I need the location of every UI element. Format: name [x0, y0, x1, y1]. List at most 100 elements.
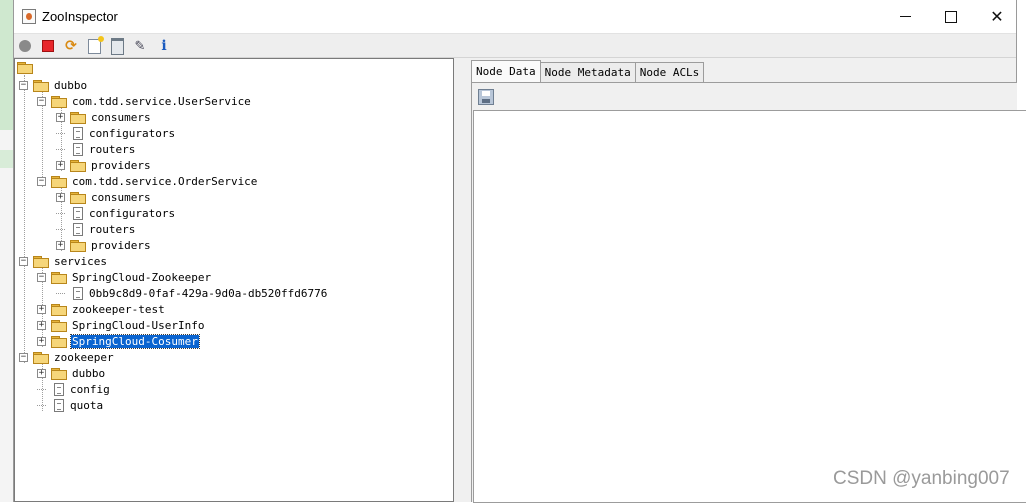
- tab-node-acls[interactable]: Node ACLs: [634, 62, 705, 82]
- node-label[interactable]: zookeeper: [53, 351, 115, 364]
- folder-icon: [70, 111, 86, 124]
- node-label[interactable]: services: [53, 255, 108, 268]
- window-title: ZooInspector: [42, 9, 118, 24]
- node-label[interactable]: providers: [90, 159, 152, 172]
- viewer-tabs: Node Data Node Metadata Node ACLs: [471, 60, 705, 82]
- node-label[interactable]: SpringCloud-Zookeeper: [71, 271, 212, 284]
- node-label-selected[interactable]: SpringCloud-Cosumer: [70, 333, 200, 349]
- tree-node-providers[interactable]: + providers: [56, 157, 152, 173]
- folder-icon: [33, 351, 49, 364]
- tree-node-routers[interactable]: routers: [56, 141, 136, 157]
- tree-root[interactable]: [17, 59, 37, 75]
- background-editor-left: [0, 0, 14, 502]
- toolbar: ⟳ ✎ i: [14, 33, 1016, 58]
- node-label[interactable]: consumers: [90, 111, 152, 124]
- tab-node-metadata[interactable]: Node Metadata: [539, 62, 636, 82]
- tree-node-instance-id[interactable]: 0bb9c8d9-0faf-429a-9d0a-db520ffd6776: [56, 285, 328, 301]
- node-label[interactable]: dubbo: [53, 79, 88, 92]
- file-icon: [73, 126, 83, 140]
- tree-node-routers[interactable]: routers: [56, 221, 136, 237]
- node-label[interactable]: com.tdd.service.OrderService: [71, 175, 258, 188]
- maximize-button[interactable]: [928, 0, 974, 33]
- close-button[interactable]: ✕: [974, 0, 1020, 33]
- folder-icon: [51, 319, 67, 332]
- tree-node-zookeeper[interactable]: − zookeeper: [19, 349, 115, 365]
- expand-icon[interactable]: +: [37, 368, 46, 378]
- expand-icon[interactable]: +: [56, 112, 65, 122]
- tree-node-quota[interactable]: quota: [37, 397, 104, 413]
- close-icon: ✕: [990, 7, 1004, 26]
- collapse-icon[interactable]: −: [37, 272, 46, 282]
- collapse-icon[interactable]: −: [19, 80, 28, 90]
- node-label[interactable]: configurators: [88, 127, 176, 140]
- node-label[interactable]: providers: [90, 239, 152, 252]
- tree-node-services[interactable]: − services: [19, 253, 108, 269]
- folder-open-icon: [17, 61, 33, 74]
- node-label[interactable]: 0bb9c8d9-0faf-429a-9d0a-db520ffd6776: [88, 287, 328, 300]
- node-tree: − dubbo − com.tdd.service.UserService + …: [14, 58, 454, 502]
- watermark: CSDN @yanbing007: [833, 468, 1010, 489]
- folder-icon: [70, 159, 86, 172]
- tree-node-springcloud-cosumer[interactable]: + SpringCloud-Cosumer: [37, 333, 200, 349]
- expand-icon[interactable]: +: [37, 336, 46, 346]
- collapse-icon[interactable]: −: [37, 176, 46, 186]
- tree-node-dubbo[interactable]: − dubbo: [19, 77, 88, 93]
- file-icon: [73, 142, 83, 156]
- info-icon[interactable]: i: [156, 38, 172, 54]
- node-label[interactable]: configurators: [88, 207, 176, 220]
- folder-icon: [51, 367, 67, 380]
- expand-icon[interactable]: +: [37, 304, 46, 314]
- node-label[interactable]: consumers: [90, 191, 152, 204]
- collapse-icon[interactable]: −: [37, 96, 46, 106]
- tree-node-springcloud-zookeeper[interactable]: − SpringCloud-Zookeeper: [37, 269, 212, 285]
- node-label[interactable]: SpringCloud-UserInfo: [71, 319, 205, 332]
- collapse-icon[interactable]: −: [19, 256, 28, 266]
- edit-icon[interactable]: ✎: [132, 38, 148, 54]
- maximize-icon: [945, 10, 957, 23]
- refresh-icon[interactable]: ⟳: [63, 38, 79, 54]
- save-icon[interactable]: [478, 89, 494, 105]
- file-icon: [54, 382, 64, 396]
- folder-icon: [33, 79, 49, 92]
- java-app-icon: [22, 9, 36, 24]
- folder-icon: [51, 175, 67, 188]
- tree-node-configurators[interactable]: configurators: [56, 205, 176, 221]
- expand-icon[interactable]: +: [56, 160, 65, 170]
- file-icon: [73, 206, 83, 220]
- tree-node-zk-dubbo[interactable]: + dubbo: [37, 365, 106, 381]
- tree-node-config[interactable]: config: [37, 381, 111, 397]
- tree-node-userservice[interactable]: − com.tdd.service.UserService: [37, 93, 252, 109]
- expand-icon[interactable]: +: [37, 320, 46, 330]
- expand-icon[interactable]: +: [56, 192, 65, 202]
- node-label[interactable]: config: [69, 383, 111, 396]
- delete-node-icon[interactable]: [109, 37, 125, 55]
- tree-node-providers[interactable]: + providers: [56, 237, 152, 253]
- tree-node-consumers[interactable]: + consumers: [56, 109, 152, 125]
- collapse-icon[interactable]: −: [19, 352, 28, 362]
- node-label[interactable]: routers: [88, 223, 136, 236]
- expand-icon[interactable]: +: [56, 240, 65, 250]
- tab-node-data[interactable]: Node Data: [471, 60, 541, 82]
- tree-node-orderservice[interactable]: − com.tdd.service.OrderService: [37, 173, 258, 189]
- connect-icon[interactable]: [17, 38, 33, 54]
- tree-node-springcloud-userinfo[interactable]: + SpringCloud-UserInfo: [37, 317, 205, 333]
- minimize-button[interactable]: [882, 0, 928, 33]
- node-data-textarea[interactable]: [473, 110, 1026, 503]
- tree-node-configurators[interactable]: configurators: [56, 125, 176, 141]
- zooinspector-window: ZooInspector ✕ ⟳ ✎ i − dubbo − com.tdd.s…: [13, 0, 1026, 503]
- node-label[interactable]: dubbo: [71, 367, 106, 380]
- node-label[interactable]: com.tdd.service.UserService: [71, 95, 252, 108]
- node-data-panel: [471, 82, 1026, 503]
- tree-node-consumers[interactable]: + consumers: [56, 189, 152, 205]
- add-node-icon[interactable]: [86, 35, 104, 54]
- file-icon: [73, 286, 83, 300]
- disconnect-icon[interactable]: [40, 38, 56, 54]
- node-label[interactable]: routers: [88, 143, 136, 156]
- folder-icon: [70, 239, 86, 252]
- node-label[interactable]: quota: [69, 399, 104, 412]
- node-viewer-pane: Node Data Node Metadata Node ACLs: [459, 58, 1026, 503]
- folder-icon: [51, 335, 67, 348]
- node-label[interactable]: zookeeper-test: [71, 303, 166, 316]
- tree-node-zookeeper-test[interactable]: + zookeeper-test: [37, 301, 166, 317]
- minimize-icon: [899, 16, 911, 17]
